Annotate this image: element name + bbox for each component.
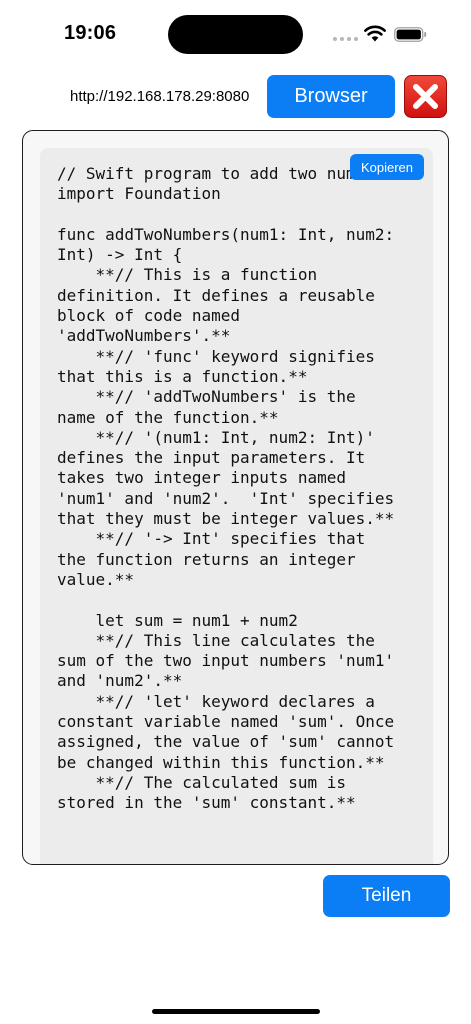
status-time: 19:06 [64, 22, 117, 44]
server-url: http://192.168.178.29:8080 [70, 88, 250, 105]
dynamic-island [168, 15, 303, 54]
signal-dots-icon [333, 37, 358, 41]
code-panel[interactable]: // Swift program to add two numbers impo… [22, 130, 449, 865]
home-indicator[interactable] [152, 1009, 320, 1014]
wifi-icon [364, 25, 386, 42]
share-button[interactable]: Teilen [323, 875, 450, 917]
browser-button[interactable]: Browser [267, 75, 395, 118]
battery-icon [394, 27, 427, 42]
code-block: // Swift program to add two numbers impo… [40, 148, 433, 864]
red-x-close-icon[interactable] [404, 75, 447, 118]
status-bar: 19:06 [0, 0, 471, 70]
copy-button[interactable]: Kopieren [350, 154, 424, 180]
code-text: // Swift program to add two numbers impo… [57, 164, 395, 813]
